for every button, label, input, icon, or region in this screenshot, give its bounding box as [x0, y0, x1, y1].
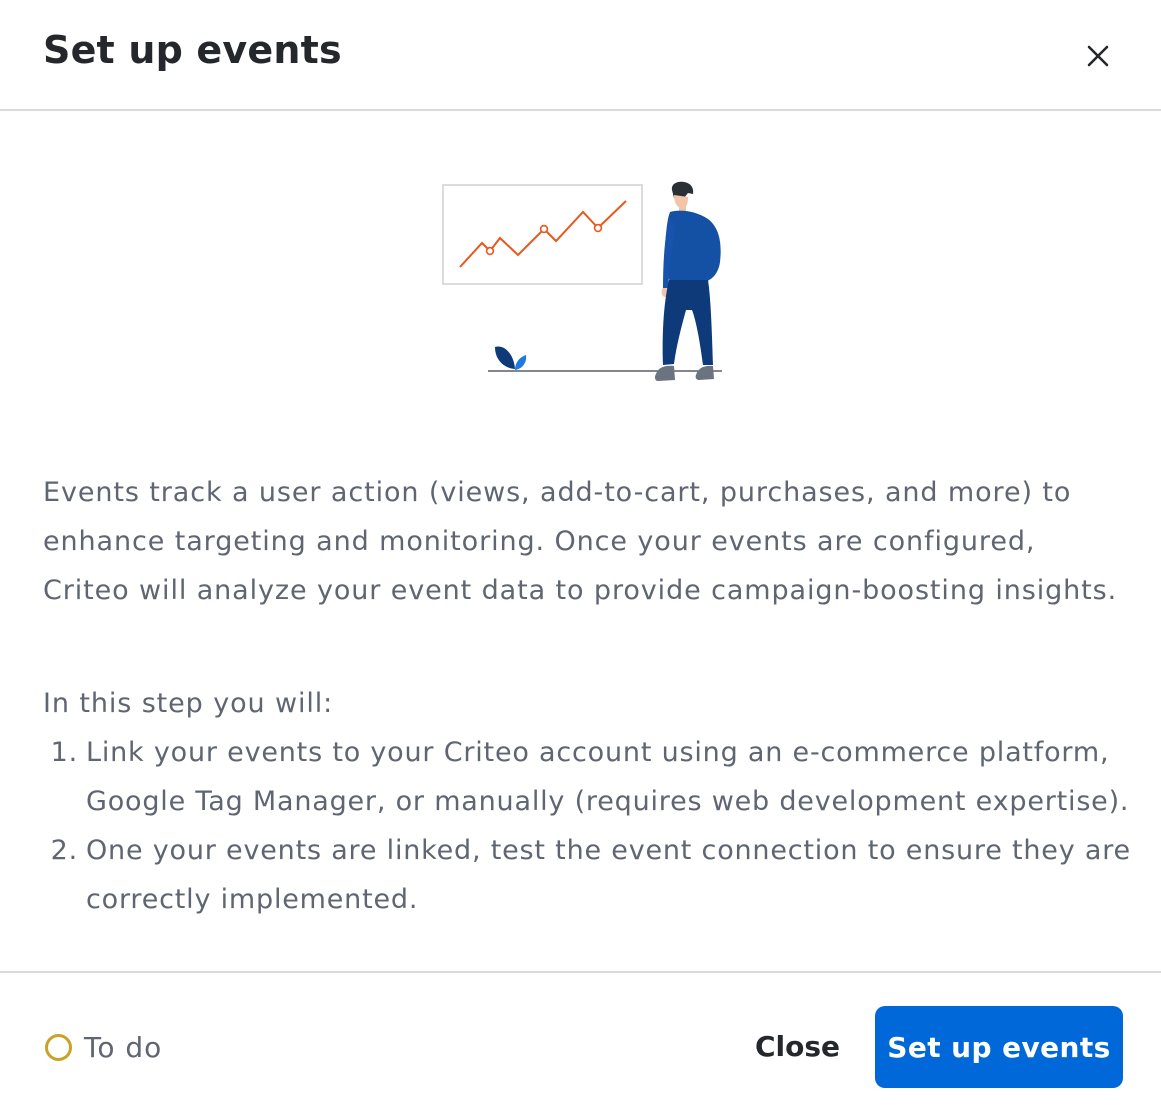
close-button[interactable]: Close	[745, 1023, 850, 1069]
plant-leaf-light	[515, 355, 527, 370]
trend-point	[539, 224, 549, 234]
description-text: Events track a user action (views, add-t…	[43, 477, 1118, 606]
step-text: Link your events to your Criteo account …	[86, 737, 1130, 817]
step-number: 2.	[50, 835, 78, 866]
set-up-events-button[interactable]: Set up events	[875, 1006, 1123, 1088]
steps-list: 1. Link your events to your Criteo accou…	[43, 728, 1133, 924]
status-ring-icon	[45, 1034, 72, 1061]
steps-intro: In this step you will:	[43, 688, 334, 719]
modal-header: Set up events	[0, 0, 1161, 111]
status-label: To do	[84, 1031, 163, 1064]
modal-title: Set up events	[43, 28, 342, 72]
step-number: 1.	[50, 737, 78, 768]
trend-point	[593, 223, 603, 233]
person-figure	[654, 181, 721, 381]
modal-footer: To do Close Set up events	[0, 971, 1161, 1112]
step-text: One your events are linked, test the eve…	[86, 835, 1131, 915]
trend-point	[485, 246, 495, 256]
setup-events-modal: Set up events Events track a user action…	[0, 0, 1161, 1112]
step-item: 1. Link your events to your Criteo accou…	[43, 728, 1133, 826]
step-item: 2. One your events are linked, test the …	[43, 826, 1133, 924]
analytics-person-illustration	[430, 170, 740, 400]
close-icon[interactable]	[1080, 38, 1116, 74]
status-indicator: To do	[45, 1031, 162, 1064]
plant-leaf-dark	[495, 346, 515, 369]
chart-board	[442, 184, 643, 285]
